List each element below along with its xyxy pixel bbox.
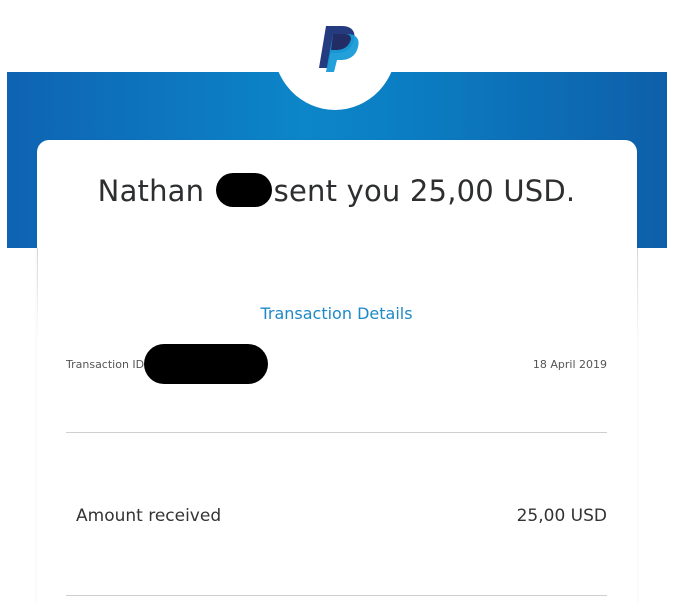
card-right-edge <box>637 248 638 340</box>
sender-name: Nathan <box>97 174 205 208</box>
logo-area <box>0 0 673 72</box>
payment-headline: Nathan sent you 25,00 USD. <box>0 173 673 208</box>
headline-suffix: sent you 25,00 USD. <box>273 174 576 208</box>
transaction-details-link[interactable]: Transaction Details <box>0 304 673 323</box>
amount-received-label: Amount received <box>76 506 222 526</box>
banner-notch <box>273 72 397 110</box>
transaction-id-label: Transaction ID: <box>66 358 148 371</box>
transaction-date: 18 April 2019 <box>532 358 607 371</box>
paypal-logo-icon <box>319 26 359 72</box>
transaction-row: Transaction ID: 18 April 2019 <box>66 344 607 384</box>
divider <box>66 432 607 433</box>
redacted-transaction-id <box>144 344 268 384</box>
amount-received-value: 25,00 USD <box>516 506 607 526</box>
card-left-edge <box>37 248 38 340</box>
redacted-surname <box>215 173 272 207</box>
divider <box>66 595 607 596</box>
